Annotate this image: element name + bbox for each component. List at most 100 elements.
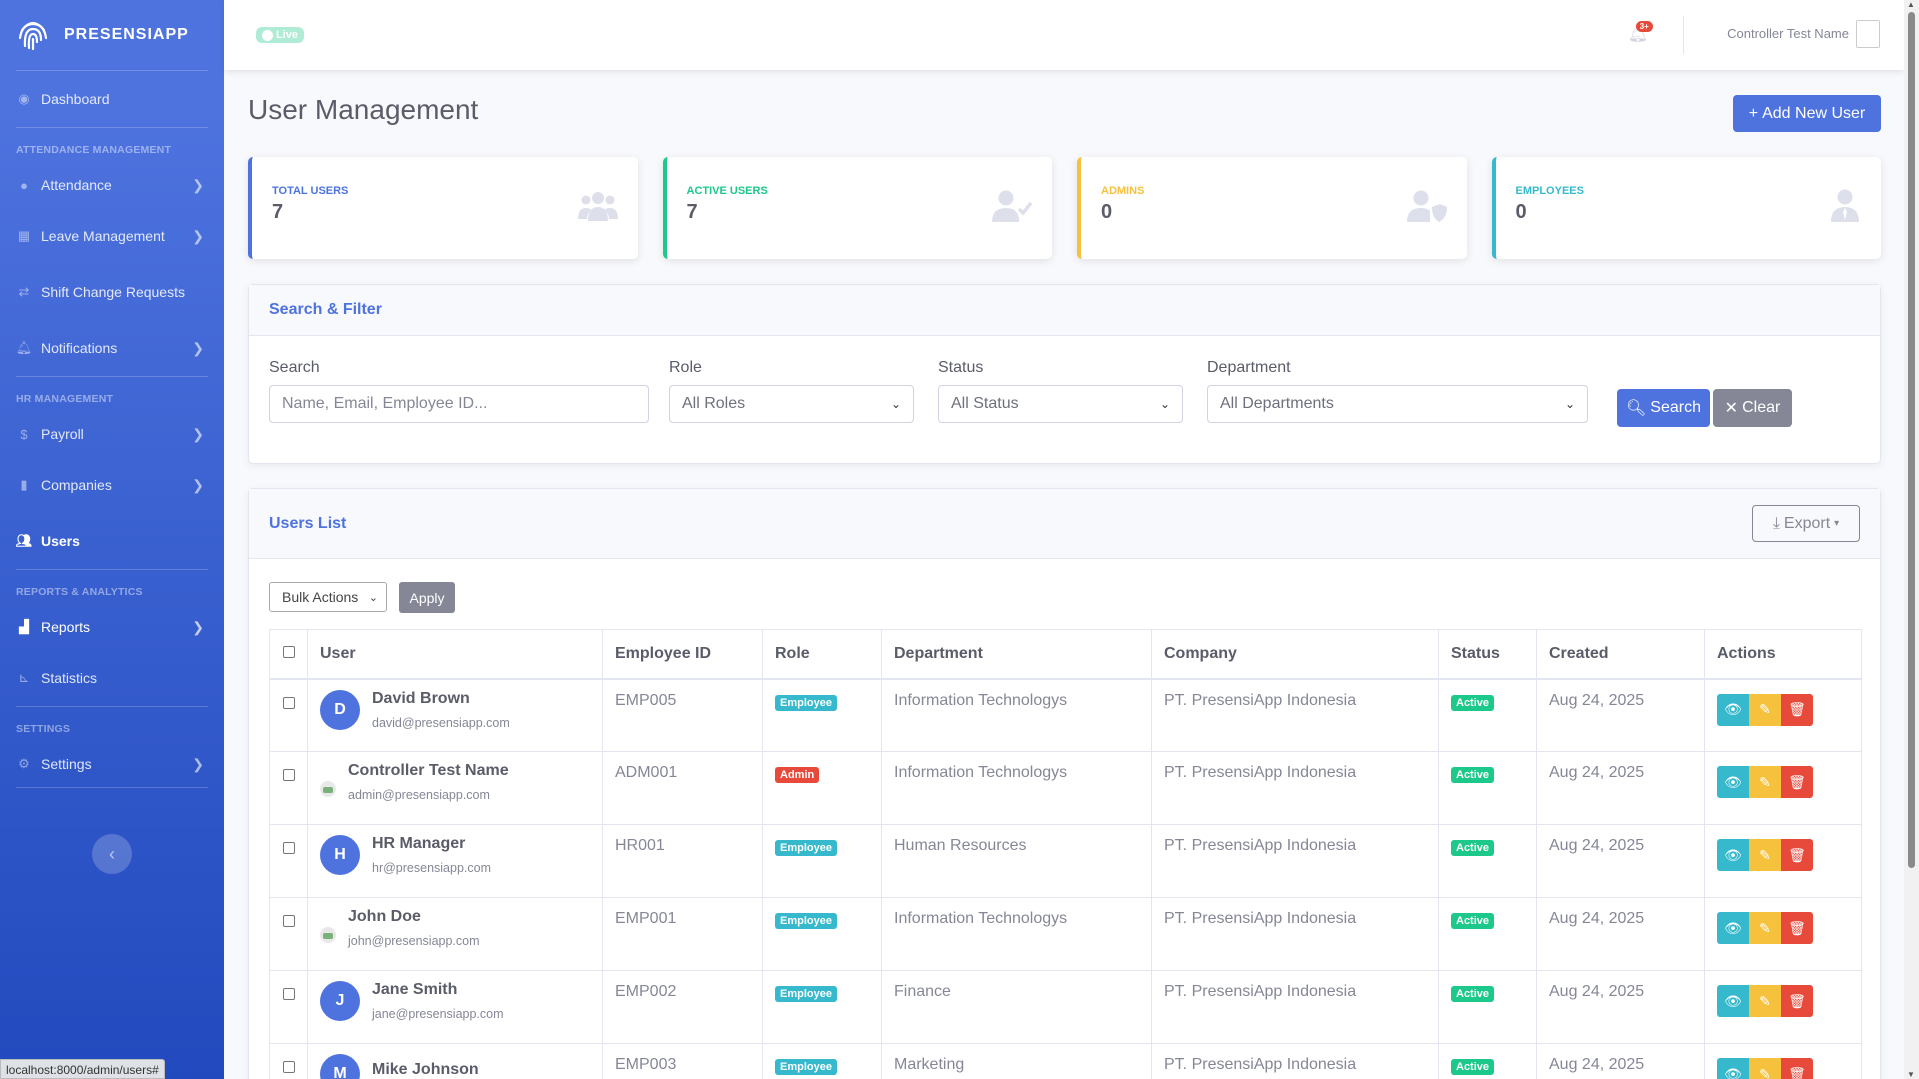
sidebar-item-attendance[interactable]: ● Attendance ❯ (0, 162, 224, 208)
sidebar-item-label: Statistics (41, 670, 98, 686)
delete-button[interactable]: 🗑︎ (1781, 766, 1813, 798)
status-cell: Active (1438, 970, 1537, 1044)
user-cell: H HR Manager hr@presensiapp.com (307, 824, 603, 898)
sidebar-item-reports[interactable]: ▟ Reports ❯ (0, 604, 224, 650)
brand[interactable]: PRESENSIAPP (0, 0, 224, 70)
edit-button[interactable]: ✎ (1749, 766, 1781, 798)
edit-button[interactable]: ✎ (1749, 912, 1781, 944)
view-button[interactable]: 👁︎ (1717, 766, 1749, 798)
column-header: Actions (1704, 629, 1862, 680)
chevron-down-icon: ⌄ (1159, 397, 1170, 411)
user-avatar[interactable] (1856, 20, 1880, 48)
trash-icon: 🗑︎ (1788, 919, 1806, 936)
search-button-label: Search (1650, 399, 1701, 416)
notifications-bell[interactable]: 🔔︎ 3+ (1628, 21, 1653, 44)
page-scrollbar[interactable]: ▲ ▼ (1904, 0, 1919, 1079)
stats-cards: TOTAL USERS 7 ACTIVE USERS 7 ADMINS 0 EM… (248, 157, 1881, 259)
search-input[interactable]: Name, Email, Employee ID... (269, 385, 649, 423)
sidebar-item-shift-change[interactable]: ⇄ Shift Change Requests (0, 264, 224, 320)
delete-button[interactable]: 🗑︎ (1781, 693, 1813, 726)
clear-button[interactable]: ✕ Clear (1713, 389, 1792, 427)
column-header[interactable]: Role (762, 629, 882, 680)
sidebar-item-dashboard[interactable]: ◉ Dashboard (0, 71, 224, 127)
delete-button[interactable]: 🗑︎ (1781, 1058, 1813, 1079)
sidebar-item-leave[interactable]: ▦ Leave Management ❯ (0, 208, 224, 264)
row-checkbox[interactable] (283, 696, 295, 709)
sidebar-item-statistics[interactable]: ⊾ Statistics (0, 650, 224, 706)
sidebar-item-payroll[interactable]: $ Payroll ❯ (0, 411, 224, 457)
chart-area-icon: ▟ (19, 619, 29, 634)
export-button[interactable]: ⤓ Export ▾ (1752, 505, 1860, 542)
scroll-down-icon[interactable]: ▼ (1907, 1070, 1915, 1079)
user-email: jane@presensiapp.com (372, 1007, 504, 1021)
scrollbar-thumb[interactable] (1908, 12, 1915, 868)
row-checkbox[interactable] (283, 1061, 295, 1073)
view-button[interactable]: 👁︎ (1717, 693, 1749, 726)
users-icon: 👥︎ (15, 533, 33, 548)
view-button[interactable]: 👁︎ (1717, 1058, 1749, 1079)
table-row: John Doe john@presensiapp.com EMP001 Empl… (269, 897, 1862, 971)
delete-button[interactable]: 🗑︎ (1781, 985, 1813, 1017)
created-cell: Aug 24, 2025 (1536, 751, 1705, 825)
apply-button[interactable]: Apply (399, 582, 455, 613)
row-checkbox[interactable] (283, 988, 295, 1000)
column-header[interactable]: User (307, 629, 603, 680)
search-filter-panel: Search & Filter Search Name, Email, Empl… (248, 284, 1881, 464)
sidebar-item-users[interactable]: 👥︎ Users (0, 513, 224, 569)
department-cell: Finance (881, 970, 1152, 1044)
status-select[interactable]: All Status ⌄ (938, 385, 1183, 423)
live-toggle[interactable]: Live (256, 27, 305, 43)
sidebar-item-companies[interactable]: ▮ Companies ❯ (0, 457, 224, 513)
sidebar-divider (16, 787, 208, 788)
eye-icon: 👁︎ (1724, 846, 1742, 863)
status-label: Status (938, 359, 984, 376)
chevron-right-icon: ❯ (192, 476, 204, 493)
row-checkbox[interactable] (283, 915, 295, 927)
edit-button[interactable]: ✎ (1749, 839, 1781, 871)
chevron-down-icon: ⌄ (1564, 397, 1575, 411)
caret-down-icon: ▾ (1834, 518, 1840, 529)
view-button[interactable]: 👁︎ (1717, 839, 1749, 871)
toggle-knob (262, 29, 273, 41)
row-checkbox[interactable] (283, 769, 295, 781)
edit-button[interactable]: ✎ (1749, 693, 1781, 726)
edit-button[interactable]: ✎ (1749, 1058, 1781, 1079)
department-select[interactable]: All Departments ⌄ (1207, 385, 1588, 423)
user-tie-icon (1829, 189, 1861, 232)
chevron-down-icon: ⌄ (368, 591, 378, 604)
employee-id: EMP005 (602, 678, 763, 752)
trash-icon: 🗑︎ (1788, 701, 1806, 717)
sidebar-item-notifications[interactable]: 🔔︎ Notifications ❯ (0, 320, 224, 376)
add-new-user-button[interactable]: + Add New User (1733, 95, 1881, 132)
role-badge: Employee (775, 913, 837, 929)
column-header[interactable]: Created (1536, 629, 1705, 680)
actions-cell: 👁︎ ✎ 🗑︎ (1704, 1043, 1862, 1079)
edit-button[interactable]: ✎ (1749, 985, 1781, 1017)
building-icon: ▮ (20, 477, 28, 492)
trash-icon: 🗑︎ (1788, 1065, 1806, 1079)
status-cell: Active (1438, 751, 1537, 825)
column-header[interactable]: Employee ID (602, 629, 763, 680)
bell-icon: 🔔︎ (15, 340, 33, 355)
column-header[interactable]: Status (1438, 629, 1537, 680)
column-header[interactable]: Company (1151, 629, 1439, 680)
bulk-actions-select[interactable]: Bulk Actions ⌄ (269, 582, 387, 612)
sidebar-toggle-button[interactable]: ‹ (92, 834, 132, 874)
topbar-user-name[interactable]: Controller Test Name (1727, 26, 1849, 41)
select-all-checkbox[interactable] (283, 645, 295, 658)
sidebar-item-settings[interactable]: ⚙ Settings ❯ (0, 741, 224, 787)
department-cell: Human Resources (881, 824, 1152, 898)
delete-button[interactable]: 🗑︎ (1781, 839, 1813, 871)
scroll-up-icon[interactable]: ▲ (1907, 0, 1915, 9)
view-button[interactable]: 👁︎ (1717, 912, 1749, 944)
row-checkbox[interactable] (283, 842, 295, 854)
delete-button[interactable]: 🗑︎ (1781, 912, 1813, 944)
eye-icon: 👁︎ (1724, 773, 1742, 790)
user-name: John Doe (348, 908, 421, 925)
column-header[interactable]: Department (881, 629, 1152, 680)
user-shield-icon (1406, 189, 1447, 232)
role-select[interactable]: All Roles ⌄ (669, 385, 914, 423)
view-button[interactable]: 👁︎ (1717, 985, 1749, 1017)
created-cell: Aug 24, 2025 (1536, 970, 1705, 1044)
search-button[interactable]: 🔍︎ Search (1617, 389, 1710, 427)
